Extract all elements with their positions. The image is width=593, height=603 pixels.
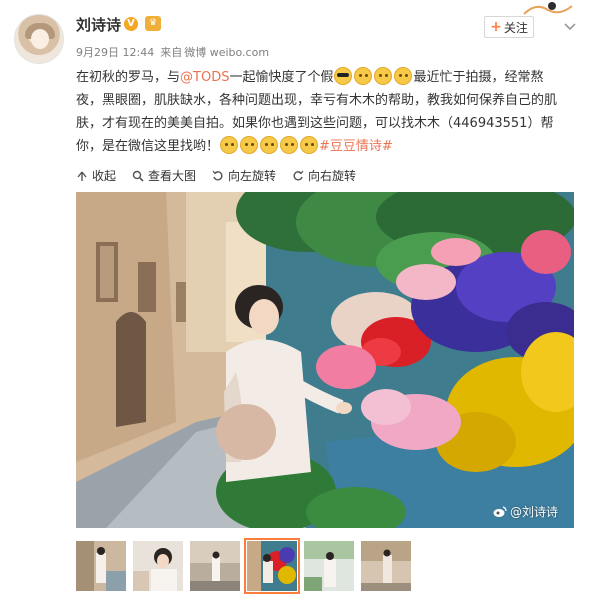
shocked-emoji-icon bbox=[260, 136, 279, 154]
thumbnail[interactable] bbox=[304, 541, 354, 591]
post-meta: 9月29日 12:44 来自 微博 weibo.com bbox=[76, 44, 275, 60]
thumbnail[interactable] bbox=[361, 541, 411, 591]
doge-emoji-icon bbox=[300, 136, 319, 154]
weibo-logo-icon bbox=[493, 505, 507, 517]
rotate-right-label: 向右旋转 bbox=[308, 169, 357, 183]
plus-icon: + bbox=[490, 19, 502, 35]
laugh-emoji-icon bbox=[220, 136, 239, 154]
thumbnail[interactable] bbox=[76, 541, 126, 591]
main-photo[interactable]: @刘诗诗 bbox=[76, 192, 574, 528]
chevron-down-icon[interactable] bbox=[562, 18, 578, 34]
thumbnail[interactable] bbox=[190, 541, 240, 591]
username[interactable]: 刘诗诗 bbox=[76, 14, 121, 35]
magnifier-icon bbox=[132, 170, 144, 182]
thumbnail-strip bbox=[76, 538, 411, 594]
cool-emoji-icon bbox=[334, 67, 353, 85]
rotate-left-icon bbox=[212, 170, 223, 181]
thumbnail[interactable] bbox=[133, 541, 183, 591]
view-large-label: 查看大图 bbox=[148, 169, 197, 183]
follow-label: 关注 bbox=[503, 20, 528, 35]
collapse-button[interactable]: 收起 bbox=[76, 167, 116, 184]
verified-badge-icon: V bbox=[124, 17, 138, 31]
grin-emoji-icon bbox=[374, 67, 393, 85]
collapse-label: 收起 bbox=[92, 169, 117, 183]
rotate-left-button[interactable]: 向左旋转 bbox=[212, 167, 276, 184]
corner-decoration-icon bbox=[523, 2, 573, 15]
thumbnail-active[interactable] bbox=[244, 538, 300, 594]
rotate-right-icon bbox=[293, 170, 304, 181]
lol-emoji-icon bbox=[280, 136, 299, 154]
avatar[interactable] bbox=[14, 14, 64, 64]
rotate-left-label: 向左旋转 bbox=[228, 169, 277, 183]
follow-button[interactable]: + 关注 bbox=[484, 16, 534, 38]
post-source[interactable]: 微博 weibo.com bbox=[184, 46, 269, 59]
topic-link[interactable]: #豆豆情诗# bbox=[319, 139, 393, 154]
post-date[interactable]: 9月29日 12:44 bbox=[76, 46, 154, 59]
post-content: 在初秋的罗马，与@TODS一起愉快度了个假 最近忙于拍摄，经常熬夜，黑眼圈，肌肤缺… bbox=[76, 66, 564, 158]
smile-emoji-icon bbox=[354, 67, 373, 85]
watermark: @刘诗诗 bbox=[493, 503, 558, 520]
rotate-right-button[interactable]: 向右旋转 bbox=[292, 167, 356, 184]
view-large-button[interactable]: 查看大图 bbox=[132, 167, 196, 184]
eyes-emoji-icon bbox=[240, 136, 259, 154]
watermark-text: @刘诗诗 bbox=[509, 505, 558, 519]
source-prefix: 来自 bbox=[160, 46, 183, 59]
collapse-arrow-icon bbox=[77, 171, 87, 181]
crown-badge-icon: ♛ bbox=[145, 16, 161, 31]
happy-emoji-icon bbox=[394, 67, 413, 85]
photo-street-flowers bbox=[76, 192, 574, 528]
content-part-2: 一起愉快度了个假 bbox=[229, 70, 334, 85]
mention-link[interactable]: @TODS bbox=[180, 70, 229, 85]
image-action-bar: 收起 查看大图 向左旋转 向右旋转 bbox=[76, 167, 356, 184]
content-part-1: 在初秋的罗马，与 bbox=[76, 70, 181, 85]
